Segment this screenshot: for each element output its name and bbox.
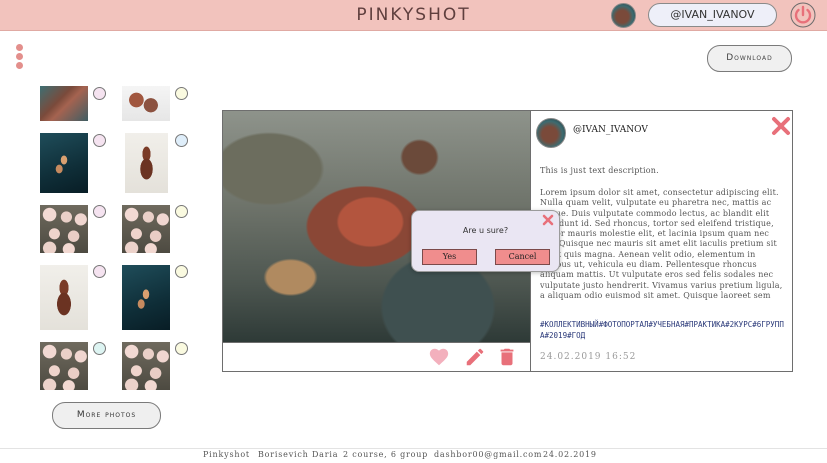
select-radio[interactable] (93, 205, 106, 218)
footer-date: 24.02.2019 (543, 450, 597, 459)
post-description: This is just text description. (540, 166, 659, 175)
select-radio[interactable] (175, 205, 188, 218)
cancel-button[interactable]: Cancel (495, 249, 550, 265)
footer-email[interactable]: dashbor00@gmail.com (434, 450, 542, 459)
select-radio[interactable] (175, 265, 188, 278)
footer-brand: Pinkyshot (203, 450, 250, 459)
yes-button[interactable]: Yes (422, 249, 477, 265)
post-date: 24.02.2019 16:52 (540, 352, 637, 362)
select-radio[interactable] (175, 87, 188, 100)
select-radio[interactable] (93, 87, 106, 100)
user-avatar[interactable] (611, 3, 636, 28)
thumbnail-roses[interactable] (122, 205, 170, 253)
close-icon[interactable] (542, 214, 554, 226)
heart-icon[interactable] (428, 346, 450, 368)
more-photos-button[interactable]: More photos (52, 402, 161, 429)
select-radio[interactable] (93, 342, 106, 355)
post-details-panel: @IVAN_IVANOV This is just text descripti… (531, 111, 792, 371)
username-badge[interactable]: @IVAN_IVANOV (648, 3, 777, 27)
confirm-dialog: Are u sure? Yes Cancel (411, 210, 560, 272)
thumbnail-roses[interactable] (122, 342, 170, 390)
header-bar: PINKYSHOT @IVAN_IVANOV (0, 0, 827, 31)
thumbnail-dancer[interactable] (40, 133, 88, 193)
thumbnail-turtle[interactable] (40, 86, 88, 121)
footer-course: 2 course, 6 group (343, 450, 429, 459)
thumbnail-violin[interactable] (125, 133, 168, 193)
download-button[interactable]: Download (707, 45, 792, 72)
more-options-icon[interactable] (14, 44, 26, 72)
post-hashtags[interactable]: #КОЛЛЕКТИВНЫЙ#ФОТОПОРТАЛ#УЧЕБНАЯ#ПРАКТИК… (540, 319, 785, 341)
thumbnail-violin[interactable] (40, 265, 88, 330)
select-radio[interactable] (175, 134, 188, 147)
author-avatar[interactable] (536, 118, 566, 148)
confirm-question: Are u sure? (462, 226, 509, 235)
footer-divider (0, 448, 827, 449)
select-radio[interactable] (175, 342, 188, 355)
thumbnail-turtle-cutout[interactable] (122, 86, 170, 121)
power-icon[interactable] (790, 2, 816, 28)
close-icon[interactable] (771, 116, 791, 136)
select-radio[interactable] (93, 134, 106, 147)
thumbnail-roses[interactable] (40, 205, 88, 253)
trash-icon[interactable] (496, 346, 518, 368)
select-radio[interactable] (93, 265, 106, 278)
author-username[interactable]: @IVAN_IVANOV (573, 125, 648, 135)
photo-actions-bar (223, 342, 530, 372)
thumbnail-dancer[interactable] (122, 265, 170, 330)
footer: Pinkyshot Borisevich Daria 2 course, 6 g… (0, 450, 827, 462)
post-body-text: Lorem ipsum dolor sit amet, consectetur … (540, 188, 783, 302)
edit-icon[interactable] (464, 346, 486, 368)
thumbnail-roses[interactable] (40, 342, 88, 390)
footer-author: Borisevich Daria (258, 450, 339, 459)
